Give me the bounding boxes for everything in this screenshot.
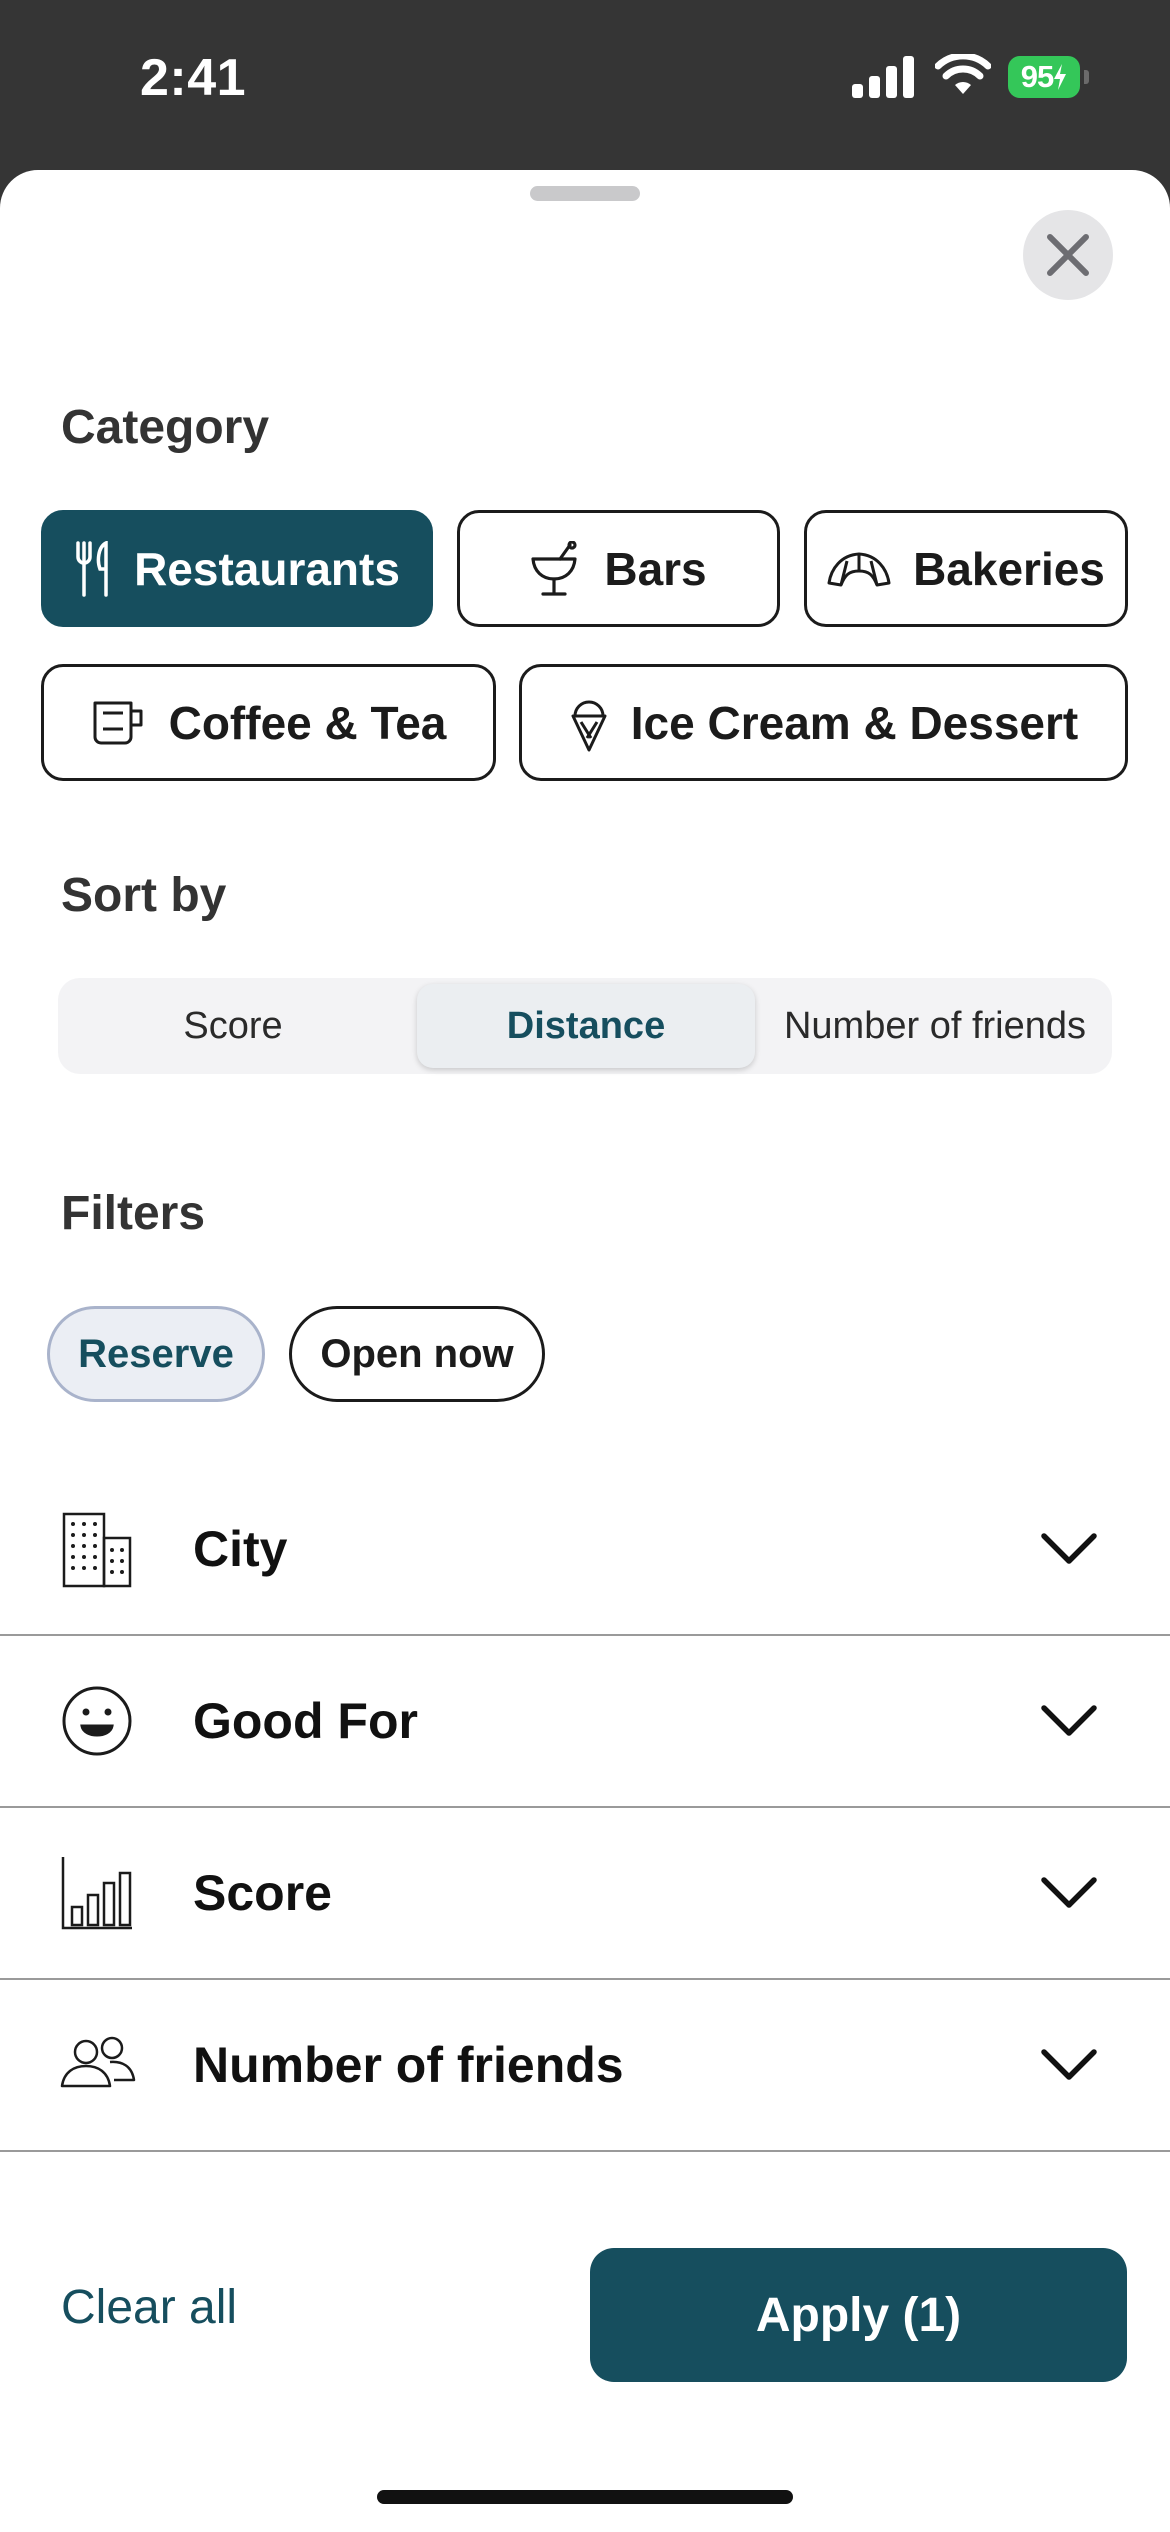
status-time: 2:41 [140, 49, 247, 107]
battery-level: 95 [1008, 56, 1080, 98]
filter-row-label: Good For [193, 1693, 418, 1749]
status-bar: 2:41 95 [0, 0, 1170, 170]
category-title: Category [61, 401, 270, 454]
battery-cap [1084, 70, 1089, 84]
category-chip-bars[interactable]: Bars [457, 510, 780, 627]
sheet-grabber[interactable] [530, 186, 640, 201]
filter-row-label: Number of friends [193, 2037, 624, 2093]
sort-option-number-of-friends[interactable]: Number of friends [758, 978, 1112, 1074]
cocktail-icon [531, 540, 577, 596]
chevron-down-icon [1041, 1705, 1097, 1736]
category-chip-label: Coffee & Tea [168, 696, 447, 749]
filter-row-score[interactable]: Score [0, 1808, 1170, 1980]
filters-title: Filters [61, 1187, 206, 1240]
battery-percent: 95 [1020, 59, 1054, 94]
people-icon [60, 2036, 136, 2088]
filter-row-number-of-friends[interactable]: Number of friends [0, 1980, 1170, 2152]
chevron-down-icon [1041, 1533, 1097, 1564]
category-chip-bakeries[interactable]: Bakeries [804, 510, 1128, 627]
building-icon [62, 1512, 132, 1588]
close-button[interactable] [1023, 210, 1113, 300]
home-indicator [377, 2490, 793, 2504]
category-chip-label: Ice Cream & Dessert [630, 696, 1079, 749]
clear-all-button[interactable]: Clear all [61, 2280, 237, 2335]
category-chip-coffee-tea[interactable]: Coffee & Tea [41, 664, 496, 781]
filter-sheet: Category Restaurants Bars Bakeries Coffe… [0, 170, 1170, 2532]
close-icon [1047, 234, 1089, 276]
filter-row-label: City [193, 1521, 288, 1577]
croissant-icon [827, 552, 891, 586]
category-chip-label: Bars [604, 542, 707, 595]
sort-segmented-control: Score Distance Number of friends [58, 978, 1112, 1074]
smiley-icon [62, 1686, 132, 1756]
fork-knife-icon [76, 540, 108, 597]
wifi-icon [935, 54, 991, 94]
sort-title: Sort by [61, 869, 227, 922]
sort-option-score[interactable]: Score [58, 978, 408, 1074]
category-chip-restaurants[interactable]: Restaurants [41, 510, 433, 627]
sort-option-distance[interactable]: Distance [417, 984, 755, 1068]
category-chip-label: Restaurants [134, 542, 400, 595]
chevron-down-icon [1041, 2049, 1097, 2080]
charging-bolt-icon [1054, 64, 1067, 90]
filter-pill-reserve[interactable]: Reserve [47, 1306, 265, 1402]
filter-row-good-for[interactable]: Good For [0, 1636, 1170, 1808]
filter-row-label: Score [193, 1865, 332, 1921]
chevron-down-icon [1041, 1877, 1097, 1908]
coffee-cup-icon [93, 701, 143, 744]
ice-cream-icon [571, 700, 607, 751]
filter-pill-open-now[interactable]: Open now [289, 1306, 545, 1402]
category-chip-ice-cream[interactable]: Ice Cream & Dessert [519, 664, 1128, 781]
category-chip-label: Bakeries [913, 542, 1105, 595]
battery-icon: 95 [1008, 56, 1089, 98]
apply-button[interactable]: Apply (1) [590, 2248, 1127, 2382]
bar-chart-icon [61, 1857, 132, 1930]
signal-icon [852, 56, 914, 98]
filter-row-city[interactable]: City [0, 1464, 1170, 1636]
